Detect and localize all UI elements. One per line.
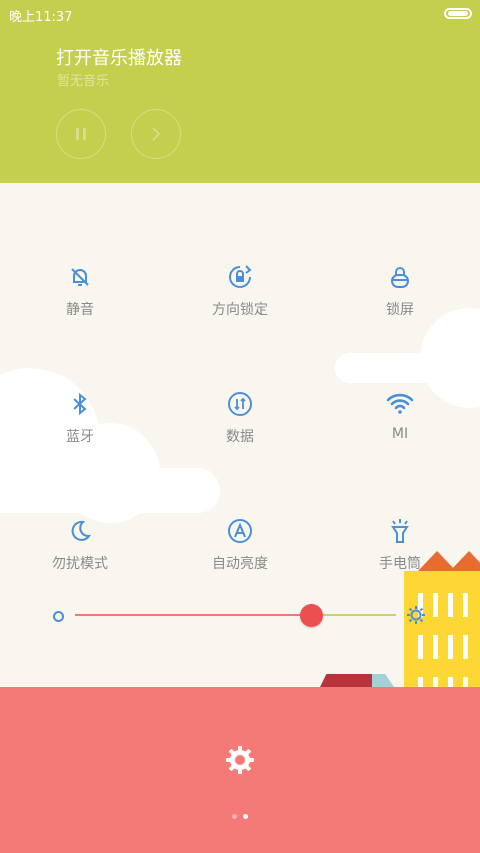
battery-icon bbox=[444, 8, 472, 19]
music-panel: 晚上11:37 打开音乐播放器 暂无音乐 bbox=[0, 0, 480, 183]
bottom-panel bbox=[0, 687, 480, 853]
brightness-track-filled[interactable] bbox=[75, 614, 311, 616]
chevron-right-icon bbox=[152, 127, 161, 141]
tile-mute[interactable]: 静音 bbox=[0, 263, 160, 343]
page-dot-2 bbox=[243, 814, 248, 819]
auto-brightness-icon bbox=[226, 517, 254, 545]
bluetooth-icon bbox=[66, 390, 94, 418]
rotation-lock-icon bbox=[226, 263, 254, 291]
tile-data[interactable]: 数据 bbox=[160, 390, 320, 470]
tile-wifi[interactable]: MI bbox=[320, 390, 480, 470]
gear-icon bbox=[226, 746, 254, 774]
brightness-min-icon bbox=[53, 611, 64, 622]
tile-lock-screen[interactable]: 锁屏 bbox=[320, 263, 480, 343]
tile-bluetooth[interactable]: 蓝牙 bbox=[0, 390, 160, 470]
sun-icon bbox=[406, 605, 426, 625]
brightness-track-empty[interactable] bbox=[311, 614, 396, 616]
quick-settings-area: 静音 方向锁定 锁屏 蓝牙 数据 MI 勿扰模式 自动亮度 手电筒 bbox=[0, 183, 480, 687]
bell-off-icon bbox=[66, 263, 94, 291]
pause-button[interactable] bbox=[56, 109, 106, 159]
tile-do-not-disturb[interactable]: 勿扰模式 bbox=[0, 517, 160, 597]
data-icon bbox=[226, 390, 254, 418]
flashlight-icon bbox=[386, 517, 414, 545]
music-subtitle: 暂无音乐 bbox=[57, 74, 110, 89]
status-time: 晚上11:37 bbox=[9, 10, 73, 25]
wifi-icon bbox=[386, 390, 414, 418]
music-title[interactable]: 打开音乐播放器 bbox=[56, 44, 182, 70]
lock-icon bbox=[386, 263, 414, 291]
tile-auto-brightness[interactable]: 自动亮度 bbox=[160, 517, 320, 597]
settings-button[interactable] bbox=[224, 744, 256, 776]
moon-icon bbox=[66, 517, 94, 545]
page-dot-1 bbox=[232, 814, 237, 819]
brightness-slider-thumb[interactable] bbox=[300, 604, 323, 627]
tile-rotation-lock[interactable]: 方向锁定 bbox=[160, 263, 320, 343]
next-button[interactable] bbox=[131, 109, 181, 159]
pause-icon bbox=[76, 128, 86, 140]
